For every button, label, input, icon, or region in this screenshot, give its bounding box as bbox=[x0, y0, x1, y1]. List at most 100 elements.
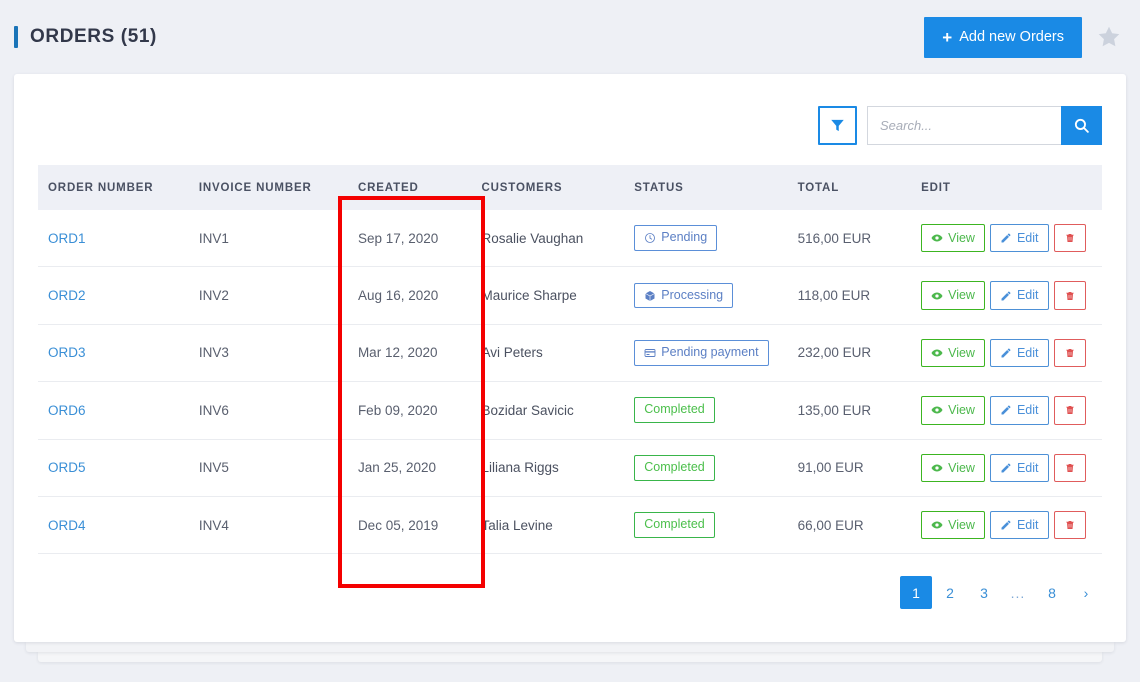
cell-customer-name: Rosalie Vaughan bbox=[473, 210, 627, 268]
eye-icon bbox=[931, 292, 943, 300]
order-number-link[interactable]: ORD6 bbox=[48, 403, 86, 418]
cell-actions: View Edit bbox=[913, 381, 1102, 440]
delete-button[interactable] bbox=[1053, 224, 1086, 253]
column-header-status: STATUS bbox=[626, 165, 790, 210]
order-number-link[interactable]: ORD5 bbox=[48, 460, 86, 475]
cell-total: 516,00 EUR bbox=[789, 210, 914, 268]
order-number-link[interactable]: ORD2 bbox=[48, 288, 86, 303]
row-actions: View Edit bbox=[921, 338, 1094, 368]
edit-button-label: Edit bbox=[1016, 460, 1039, 475]
header-actions: + Add new Orders bbox=[924, 16, 1122, 58]
edit-button[interactable]: Edit bbox=[989, 338, 1049, 368]
edit-button[interactable]: Edit bbox=[989, 453, 1049, 482]
search-icon bbox=[1074, 118, 1089, 133]
cell-order-number: ORD3 bbox=[38, 324, 191, 383]
status-badge-label: Pending payment bbox=[661, 345, 759, 360]
table-row: ORD1 INV1 Sep 17, 2020 Rosalie Vaughan Pendi… bbox=[38, 210, 1102, 268]
status-badge: Pending payment bbox=[634, 340, 769, 366]
cell-order-number: ORD6 bbox=[38, 381, 191, 440]
status-badge: Completed bbox=[634, 397, 715, 424]
pencil-icon bbox=[1001, 348, 1011, 358]
view-button[interactable]: View bbox=[921, 338, 985, 368]
pencil-icon bbox=[1001, 520, 1011, 530]
pagination-item[interactable]: 8 bbox=[1036, 576, 1068, 609]
cell-invoice-number: INV3 bbox=[190, 324, 350, 383]
cell-created-date: Jan 25, 2020 bbox=[349, 439, 474, 497]
star-icon[interactable] bbox=[1096, 24, 1122, 50]
view-button[interactable]: View bbox=[921, 396, 985, 425]
delete-button[interactable] bbox=[1053, 453, 1086, 482]
cell-created-date: Sep 17, 2020 bbox=[349, 210, 474, 268]
cell-created-date: Mar 12, 2020 bbox=[349, 324, 474, 383]
cell-created-date: Feb 09, 2020 bbox=[349, 381, 474, 440]
trash-icon bbox=[1065, 406, 1074, 415]
card-stack-shadow-back bbox=[38, 652, 1102, 662]
pencil-icon bbox=[1001, 405, 1011, 415]
cell-order-number: ORD2 bbox=[38, 266, 191, 325]
cell-created-date: Aug 16, 2020 bbox=[349, 266, 474, 325]
cell-invoice-number: INV1 bbox=[190, 210, 350, 268]
cell-status: Processing bbox=[626, 266, 790, 325]
order-number-link[interactable]: ORD1 bbox=[48, 231, 86, 246]
status-badge: Completed bbox=[634, 512, 715, 538]
delete-button[interactable] bbox=[1053, 510, 1086, 540]
cell-status: Completed bbox=[626, 439, 790, 497]
edit-button[interactable]: Edit bbox=[989, 396, 1049, 425]
table-row: ORD2 INV2 Aug 16, 2020 Maurice Sharpe Proces… bbox=[38, 266, 1102, 325]
view-button-label: View bbox=[948, 345, 975, 360]
view-button[interactable]: View bbox=[921, 510, 985, 540]
cell-actions: View Edit bbox=[913, 210, 1102, 268]
view-button-label: View bbox=[948, 288, 975, 303]
eye-icon bbox=[931, 349, 943, 357]
edit-button[interactable]: Edit bbox=[989, 224, 1049, 253]
box-icon bbox=[645, 290, 655, 301]
trash-icon bbox=[1065, 463, 1074, 472]
row-actions: View Edit bbox=[921, 224, 1094, 253]
eye-icon bbox=[931, 234, 943, 242]
status-badge: Processing bbox=[634, 282, 734, 309]
cell-total: 232,00 EUR bbox=[789, 324, 914, 383]
table-header-row: ORDER NUMBER INVOICE NUMBER CREATED CUST… bbox=[38, 165, 1102, 210]
pagination-ellipsis: ... bbox=[1010, 584, 1026, 601]
cell-status: Pending payment bbox=[626, 324, 790, 383]
order-number-link[interactable]: ORD3 bbox=[48, 345, 86, 360]
plus-icon: + bbox=[942, 27, 953, 47]
view-button[interactable]: View bbox=[921, 281, 985, 310]
view-button-label: View bbox=[948, 231, 975, 245]
cell-customer-name: Avi Peters bbox=[473, 324, 627, 383]
card-stack-shadow-front bbox=[26, 642, 1114, 652]
view-button[interactable]: View bbox=[921, 453, 985, 482]
edit-button[interactable]: Edit bbox=[989, 510, 1049, 540]
status-badge-label: Completed bbox=[644, 402, 705, 417]
add-new-orders-button[interactable]: + Add new Orders bbox=[924, 16, 1082, 58]
search-button[interactable] bbox=[1061, 106, 1102, 145]
order-number-link[interactable]: ORD4 bbox=[48, 518, 86, 533]
trash-icon bbox=[1065, 521, 1074, 530]
status-badge: Completed bbox=[634, 454, 715, 481]
title-accent-bar bbox=[14, 26, 18, 48]
table-toolbar bbox=[38, 74, 1102, 165]
view-button[interactable]: View bbox=[921, 224, 985, 253]
table-row: ORD4 INV4 Dec 05, 2019 Talia Levine Complete… bbox=[38, 496, 1102, 555]
edit-button-label: Edit bbox=[1016, 517, 1039, 532]
pagination-item[interactable]: 1 bbox=[900, 576, 932, 610]
delete-button[interactable] bbox=[1053, 281, 1086, 310]
cell-total: 91,00 EUR bbox=[789, 439, 914, 497]
delete-button[interactable] bbox=[1053, 396, 1086, 425]
trash-icon bbox=[1065, 348, 1074, 357]
cell-invoice-number: INV6 bbox=[190, 381, 350, 440]
edit-button[interactable]: Edit bbox=[989, 281, 1049, 310]
card-icon bbox=[644, 348, 656, 357]
column-header-edit: EDIT bbox=[913, 165, 1102, 210]
delete-button[interactable] bbox=[1053, 338, 1086, 368]
status-badge-label: Completed bbox=[644, 459, 705, 474]
edit-button-label: Edit bbox=[1016, 345, 1039, 360]
search-input[interactable] bbox=[867, 106, 1061, 145]
pagination-item[interactable]: 2 bbox=[934, 576, 966, 609]
pencil-icon bbox=[1001, 233, 1011, 243]
filter-button[interactable] bbox=[818, 106, 857, 145]
view-button-label: View bbox=[948, 403, 975, 418]
edit-button-label: Edit bbox=[1016, 403, 1039, 418]
pagination-item[interactable]: › bbox=[1070, 576, 1102, 609]
pagination-item[interactable]: 3 bbox=[968, 576, 1000, 609]
